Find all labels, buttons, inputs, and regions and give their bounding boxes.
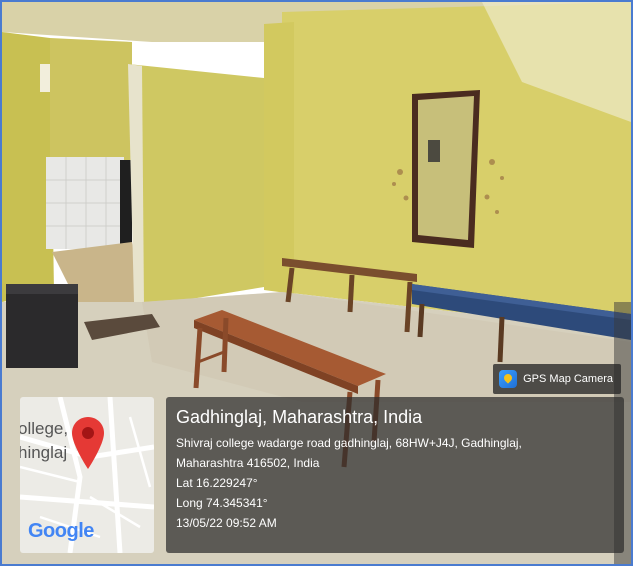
longitude: Long 74.345341° (176, 496, 268, 510)
location-info-panel: Gadhinglaj, Maharashtra, India Shivraj c… (166, 397, 624, 553)
gps-badge-label: GPS Map Camera (523, 373, 613, 385)
address-line-2: Maharashtra 416502, India (176, 456, 320, 470)
location-title: Gadhinglaj, Maharashtra, India (176, 407, 423, 427)
partition-wall (128, 64, 264, 307)
address-line-1: Shivraj college wadarge road gadhinglaj,… (176, 436, 522, 450)
latitude: Lat 16.229247° (176, 476, 258, 490)
google-logo-text: Google (28, 520, 94, 542)
google-logo: Google (28, 520, 94, 543)
dark-table (6, 284, 78, 368)
map-label-line2: hinglaj (20, 443, 68, 462)
timestamp: 13/05/22 09:52 AM (176, 516, 277, 530)
mini-map: ollege, hinglaj Google (20, 397, 154, 553)
map-label-line1: ollege, (20, 419, 69, 438)
gps-map-camera-icon (499, 370, 518, 388)
gps-map-camera-badge: GPS Map Camera (493, 364, 621, 394)
map-pin-icon (72, 417, 104, 469)
photo-frame: GPS Map Camera ollege, hinglaj Google Ga… (0, 0, 633, 566)
